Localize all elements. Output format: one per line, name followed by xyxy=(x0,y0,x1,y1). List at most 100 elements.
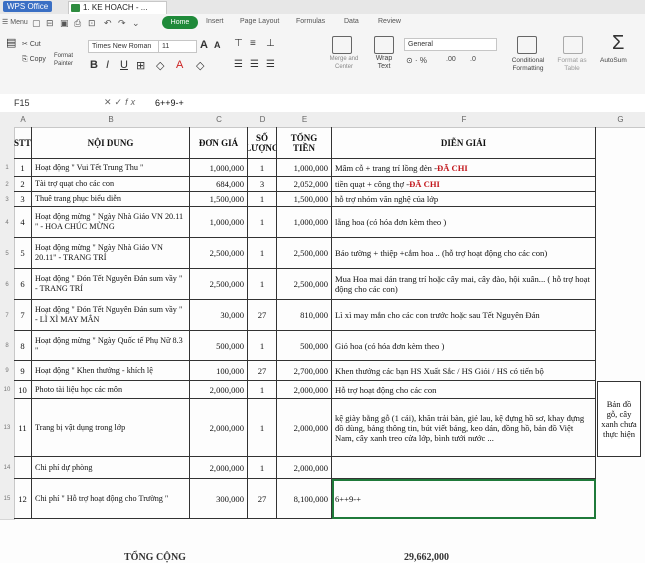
header-noi-dung[interactable]: NỘI DUNG xyxy=(32,127,190,159)
align-right-icon[interactable]: ☰ xyxy=(266,59,275,70)
paste-icon[interactable]: ▤ xyxy=(6,36,16,49)
cell-so-luong[interactable]: 1 xyxy=(248,192,277,207)
tab-review[interactable]: Review xyxy=(378,18,401,25)
save-icon[interactable]: ▣ xyxy=(60,18,69,29)
cell-don-gia[interactable]: 2,500,000 xyxy=(190,269,248,300)
header-don-gia[interactable]: ĐƠN GIÁ xyxy=(190,127,248,159)
cell-tong-tien[interactable]: 2,052,000 xyxy=(277,177,332,192)
cell-dien-giai[interactable]: Khen thưởng các bạn HS Xuất Sắc / HS Giỏ… xyxy=(332,361,596,381)
cell-don-gia[interactable]: 30,000 xyxy=(190,300,248,331)
redo-icon[interactable]: ↷ xyxy=(118,18,126,29)
align-top-icon[interactable]: ⊤ xyxy=(234,38,243,49)
cell-dien-giai[interactable]: Mua Hoa mai dán trang trí hoặc cây mai, … xyxy=(332,269,596,300)
cell-don-gia[interactable]: 300,000 xyxy=(190,479,248,519)
cell-stt[interactable]: 3 xyxy=(14,192,32,207)
row-number[interactable]: 9 xyxy=(0,361,15,382)
print-preview-icon[interactable]: ⊡ xyxy=(88,18,96,29)
cell-don-gia[interactable]: 1,000,000 xyxy=(190,159,248,177)
wrap-text-button[interactable]: Wrap Text xyxy=(372,55,396,71)
tab-insert[interactable]: Insert xyxy=(206,18,224,25)
format-painter-button[interactable]: Format Painter xyxy=(54,52,84,68)
cell-dien-giai[interactable]: hỗ trợ nhóm văn nghệ của lớp xyxy=(332,192,596,207)
cell-noi-dung[interactable]: Hoạt động mừng " Ngày Nhà Giáo VN 20.11 … xyxy=(32,207,190,238)
cell-tong-tien[interactable]: 2,000,000 xyxy=(277,399,332,457)
column-header-d[interactable]: D xyxy=(248,112,278,128)
menu-button[interactable]: ☰ Menu xyxy=(2,18,28,26)
column-header-f[interactable]: F xyxy=(332,112,597,128)
cell-so-luong[interactable]: 1 xyxy=(248,457,277,479)
row-number[interactable]: 5 xyxy=(0,238,15,270)
tab-formulas[interactable]: Formulas xyxy=(296,18,325,25)
cell-stt[interactable] xyxy=(14,457,32,479)
cell-dien-giai[interactable]: tiền quạt + công thợ - ĐÃ CHI xyxy=(332,177,596,192)
merge-center-button[interactable]: Merge and Center xyxy=(326,55,362,71)
cell-tong-tien[interactable]: 2,700,000 xyxy=(277,361,332,381)
align-center-icon[interactable]: ☰ xyxy=(250,59,259,70)
cell-noi-dung[interactable]: Hoạt động " Đón Tết Nguyên Đán sum vầy "… xyxy=(32,300,190,331)
cell-noi-dung[interactable]: Trang bị vật dụng trong lớp xyxy=(32,399,190,457)
cell-stt[interactable]: 12 xyxy=(14,479,32,519)
font-color-icon[interactable]: A xyxy=(176,59,183,71)
row-number[interactable]: 7 xyxy=(0,300,15,332)
row-number[interactable]: 15 xyxy=(0,479,15,520)
font-name-select[interactable]: Times New Roman xyxy=(88,40,159,53)
tab-data[interactable]: Data xyxy=(344,18,359,25)
cell-stt[interactable]: 8 xyxy=(14,331,32,361)
row-number[interactable]: 13 xyxy=(0,399,15,458)
row-number[interactable]: 8 xyxy=(0,331,15,362)
cell-dien-giai[interactable]: Mâm cỗ + trang trí lồng đèn - ĐÃ CHI xyxy=(332,159,596,177)
cell-stt[interactable]: 5 xyxy=(14,238,32,269)
fill-color-icon[interactable]: ◇ xyxy=(156,59,164,72)
row-number[interactable]: 6 xyxy=(0,269,15,301)
cell-tong-tien[interactable]: 2,500,000 xyxy=(277,269,332,300)
cell-so-luong[interactable]: 27 xyxy=(248,300,277,331)
cell-so-luong[interactable]: 1 xyxy=(248,238,277,269)
cell-so-luong[interactable]: 1 xyxy=(248,399,277,457)
cell-stt[interactable]: 2 xyxy=(14,177,32,192)
undo-icon[interactable]: ↶ xyxy=(104,18,112,29)
new-file-icon[interactable]: ▢ xyxy=(32,18,41,29)
cell-noi-dung[interactable]: Hoạt động " Đón Tết Nguyên Đán sum vầy "… xyxy=(32,269,190,300)
percent-style-icon[interactable]: ⊙ · % xyxy=(406,56,427,65)
cell-don-gia[interactable]: 2,000,000 xyxy=(190,381,248,399)
cell-dien-giai[interactable]: Hỗ trợ hoạt động cho các con xyxy=(332,381,596,399)
cell-don-gia[interactable]: 1,500,000 xyxy=(190,192,248,207)
cell-so-luong[interactable]: 27 xyxy=(248,479,277,519)
cell-don-gia[interactable]: 684,000 xyxy=(190,177,248,192)
cell-tong-tien[interactable]: 8,100,000 xyxy=(277,479,332,519)
increase-font-icon[interactable]: A xyxy=(200,39,208,51)
cell-dien-giai[interactable]: Báo tường + thiệp +cắm hoa .. (hỗ trợ ho… xyxy=(332,238,596,269)
italic-icon[interactable]: I xyxy=(106,59,109,71)
header-stt[interactable]: STT xyxy=(14,127,32,159)
font-size-select[interactable]: 11 xyxy=(158,40,197,53)
formula-input[interactable]: 6++9-+ xyxy=(155,98,184,108)
cell-so-luong[interactable]: 3 xyxy=(248,177,277,192)
cell-noi-dung[interactable]: Tài trợ quạt cho các con xyxy=(32,177,190,192)
cell-dien-giai[interactable]: lẵng hoa (có hóa đơn kèm theo ) xyxy=(332,207,596,238)
cell-noi-dung[interactable]: Thuê trang phục biểu diễn xyxy=(32,192,190,207)
number-format-select[interactable]: General xyxy=(404,38,497,51)
cell-noi-dung[interactable]: Hoạt động " Vui Tết Trung Thu " xyxy=(32,159,190,177)
customize-chevron-icon[interactable]: ⌄ xyxy=(132,18,140,29)
cell-dien-giai[interactable]: kệ giày bằng gỗ (1 cái), khăn trải bàn, … xyxy=(332,399,596,457)
cell-tong-tien[interactable]: 500,000 xyxy=(277,331,332,361)
row-number[interactable]: 10 xyxy=(0,381,15,400)
cell-dien-giai[interactable] xyxy=(332,457,596,479)
cell-so-luong[interactable]: 1 xyxy=(248,207,277,238)
format-as-table-icon[interactable] xyxy=(563,36,583,54)
row-number[interactable]: 1 xyxy=(0,159,15,178)
bold-icon[interactable]: B xyxy=(90,59,98,71)
spreadsheet-grid[interactable]: A B C D E F G STTNỘI DUNGĐƠN GIÁSỐ LƯỢNG… xyxy=(0,112,645,563)
name-box[interactable]: F15 xyxy=(14,98,76,108)
cell-noi-dung[interactable]: Hoạt động mừng " Ngày Quốc tế Phụ Nữ 8.3… xyxy=(32,331,190,361)
cell-tong-tien[interactable]: 1,000,000 xyxy=(277,159,332,177)
tab-home[interactable]: Home xyxy=(162,16,198,29)
app-name[interactable]: WPS Office xyxy=(3,1,53,12)
increase-decimal-icon[interactable]: .00 xyxy=(446,56,456,63)
cell-tong-tien[interactable]: 2,000,000 xyxy=(277,381,332,399)
cell-don-gia[interactable]: 2,000,000 xyxy=(190,457,248,479)
side-note-cell[interactable]: Bản đồ gỗ, cây xanh chưa thực hiện xyxy=(597,381,641,457)
row-number[interactable]: 4 xyxy=(0,207,15,239)
cell-dien-giai[interactable]: 6++9-+ xyxy=(332,479,596,519)
cell-noi-dung[interactable]: Hoạt động mừng " Ngày Nhà Giáo VN 20.11"… xyxy=(32,238,190,269)
